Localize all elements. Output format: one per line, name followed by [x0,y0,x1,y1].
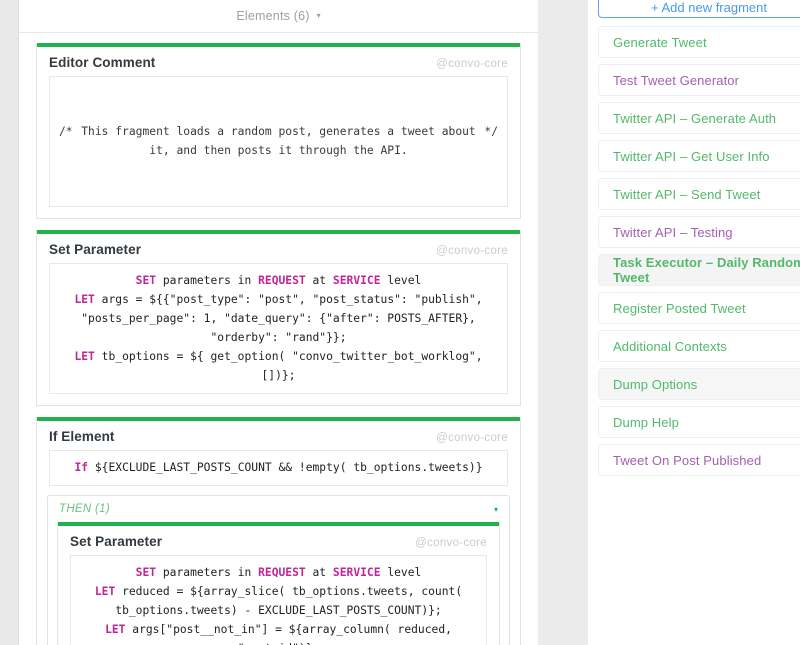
fragment-label: Register Posted Tweet [613,300,746,316]
fragment-item-twitter-api-generate-auth[interactable]: Twitter API – Generate Auth [598,102,800,134]
fragment-list: Generate Tweet Test Tweet Generator Twit… [598,26,800,482]
element-header: Set Parameter @convo-core [37,234,520,263]
keyword-set: SET [135,566,157,579]
panel-gutter [538,0,588,645]
code-text: parameters in [156,274,259,287]
fragment-item-generate-tweet[interactable]: Generate Tweet [598,26,800,58]
code-text: args["post__not_in"] = ${array_column( r… [132,623,452,645]
comment-close-token: */ [484,125,498,138]
element-owner-tag: @convo-core [415,537,487,549]
chevron-down-icon[interactable]: ▾ [494,505,498,514]
element-header: Set Parameter @convo-core [58,526,499,555]
set-parameter-code[interactable]: SET parameters in REQUEST at SERVICE lev… [70,555,487,645]
then-branch-header[interactable]: THEN (1) ▾ [57,503,500,522]
fragment-item-task-executor-daily-random-tweet[interactable]: Task Executor – Daily Random Tweet [598,254,800,286]
keyword-service: SERVICE [332,274,381,287]
element-header: Editor Comment @convo-core [37,47,520,76]
element-card-set-parameter-nested[interactable]: Set Parameter @convo-core SET parameters… [57,522,500,645]
fragment-item-additional-contexts[interactable]: Additional Contexts [598,330,800,362]
element-card-if-element[interactable]: If Element @convo-core If ${EXCLUDE_LAST… [36,417,521,645]
fragment-item-test-tweet-generator[interactable]: Test Tweet Generator [598,64,800,96]
code-text: level [380,274,422,287]
fragment-item-twitter-api-send-tweet[interactable]: Twitter API – Send Tweet [598,178,800,210]
code-text: ${EXCLUDE_LAST_POSTS_COUNT && !empty( tb… [88,461,483,474]
elements-list: Editor Comment @convo-core /* This fragm… [19,43,538,645]
code-text: args = ${{"post_type": "post", "post_sta… [81,293,490,344]
keyword-request: REQUEST [258,274,306,287]
keyword-service: SERVICE [332,566,381,579]
keyword-if: If [74,461,89,474]
left-edge-strip [0,0,19,645]
fragment-label: Dump Help [613,414,679,430]
element-card-editor-comment[interactable]: Editor Comment @convo-core /* This fragm… [36,43,521,219]
element-title: Editor Comment [49,55,156,70]
element-title: If Element [49,429,115,444]
keyword-let: LET [105,623,126,636]
add-new-fragment-button[interactable]: + Add new fragment [598,0,800,18]
code-text: reduced = ${array_slice( tb_options.twee… [115,585,469,617]
element-card-set-parameter-1[interactable]: Set Parameter @convo-core SET parameters… [36,230,521,406]
keyword-set: SET [135,274,157,287]
elements-count-label: Elements (6) [236,9,310,23]
fragment-label: Additional Contexts [613,338,727,354]
keyword-let: LET [74,293,95,306]
element-title: Set Parameter [49,242,142,257]
fragment-label: Dump Options [613,376,698,392]
fragment-item-register-posted-tweet[interactable]: Register Posted Tweet [598,292,800,324]
then-branch: THEN (1) ▾ Set Parameter @convo-core SET… [47,495,510,645]
code-text: tb_options = ${ get_option( "convo_twitt… [94,350,490,382]
element-title: Set Parameter [70,534,163,549]
set-parameter-code[interactable]: SET parameters in REQUEST at SERVICE lev… [49,263,508,394]
fragment-label: Tweet On Post Published [613,452,762,468]
fragment-label: Twitter API – Get User Info [613,148,770,164]
element-owner-tag: @convo-core [436,245,508,257]
fragment-editor-panel: Elements (6) ▾ Editor Comment @convo-cor… [19,0,538,645]
element-owner-tag: @convo-core [436,432,508,444]
code-text: at [305,566,333,579]
fragments-sidebar: + Add new fragment Generate Tweet Test T… [588,0,800,645]
keyword-let: LET [94,585,116,598]
comment-text: This fragment loads a random post, gener… [81,125,483,157]
fragment-label: Twitter API – Generate Auth [613,110,777,126]
chevron-down-icon[interactable]: ▾ [317,11,321,20]
keyword-let: LET [74,350,95,363]
app-root: Elements (6) ▾ Editor Comment @convo-cor… [0,0,800,645]
then-label: THEN (1) [59,503,110,515]
elements-header[interactable]: Elements (6) ▾ [19,0,538,33]
fragment-item-dump-options[interactable]: Dump Options [598,368,800,400]
code-text: at [305,274,333,287]
keyword-request: REQUEST [258,566,306,579]
fragment-item-twitter-api-get-user-info[interactable]: Twitter API – Get User Info [598,140,800,172]
element-header: If Element @convo-core [37,421,520,450]
fragment-label: Twitter API – Send Tweet [613,186,761,202]
comment-open-token: /* [59,125,73,138]
fragment-item-tweet-on-post-published[interactable]: Tweet On Post Published [598,444,800,476]
fragment-label: Twitter API – Testing [613,224,733,240]
fragment-item-twitter-api-testing[interactable]: Twitter API – Testing [598,216,800,248]
code-text: parameters in [156,566,259,579]
fragment-label: Generate Tweet [613,34,707,50]
fragment-label: Test Tweet Generator [613,72,740,88]
if-condition-code[interactable]: If ${EXCLUDE_LAST_POSTS_COUNT && !empty(… [49,450,508,486]
element-owner-tag: @convo-core [436,58,508,70]
code-text: level [380,566,422,579]
fragment-label: Task Executor – Daily Random Tweet [613,255,800,285]
fragment-item-dump-help[interactable]: Dump Help [598,406,800,438]
editor-comment-body[interactable]: /* This fragment loads a random post, ge… [49,76,508,207]
